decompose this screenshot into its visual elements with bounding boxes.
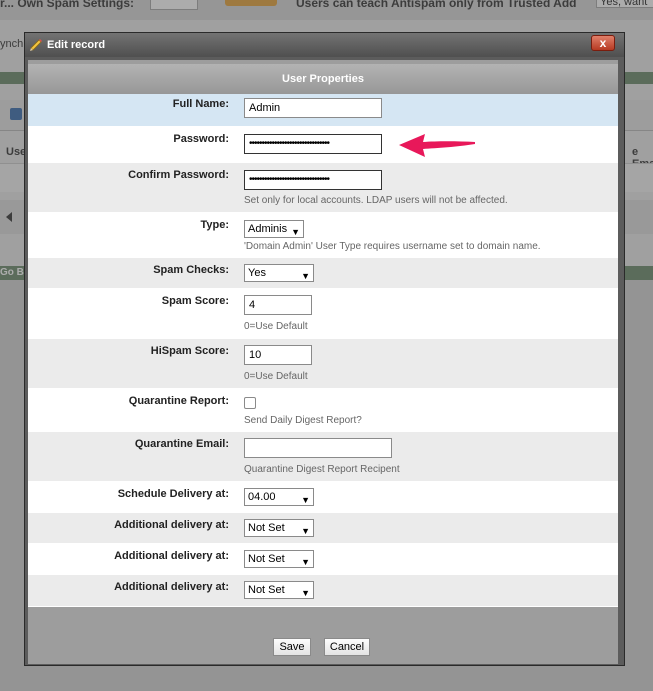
additional-delivery-1-value: Not Set (248, 522, 285, 534)
row-quarantine-report: Quarantine Report: Send Daily Digest Rep… (28, 389, 618, 432)
schedule-delivery-value: 04.00 (248, 491, 276, 503)
additional-delivery-2-value: Not Set (248, 553, 285, 565)
chevron-down-icon: ▼ (301, 588, 310, 598)
full-name-input[interactable]: Admin (244, 98, 382, 118)
spam-checks-value: Yes (248, 267, 266, 279)
row-full-name: Full Name: Admin (28, 94, 618, 127)
hispam-score-hint: 0=Use Default (244, 371, 308, 382)
schedule-delivery-select[interactable]: 04.00 ▼ (244, 488, 314, 506)
confirm-password-hint: Set only for local accounts. LDAP users … (244, 195, 508, 206)
row-hispam-score: HiSpam Score: 10 0=Use Default (28, 339, 618, 389)
row-schedule-delivery: Schedule Delivery at: 04.00 ▼ (28, 482, 618, 513)
confirm-password-input[interactable]: •••••••••••••••••••••••••••••••• (244, 170, 382, 190)
quarantine-report-hint: Send Daily Digest Report? (244, 415, 362, 426)
type-label: Type: (200, 219, 229, 231)
cancel-button[interactable]: Cancel (324, 638, 370, 656)
spam-score-input[interactable]: 4 (244, 295, 312, 315)
row-password: Password: ••••••••••••••••••••••••••••••… (28, 127, 618, 163)
spam-checks-label: Spam Checks: (153, 264, 229, 276)
password-label: Password: (173, 133, 229, 145)
quarantine-email-hint: Quarantine Digest Report Recipent (244, 464, 400, 475)
additional-delivery-2-select[interactable]: Not Set ▼ (244, 550, 314, 568)
additional-delivery-3-select[interactable]: Not Set ▼ (244, 581, 314, 599)
hispam-score-label: HiSpam Score: (150, 345, 229, 357)
type-select-value: Adminis (248, 223, 288, 235)
row-spam-score: Spam Score: 4 0=Use Default (28, 289, 618, 339)
full-name-label: Full Name: (172, 98, 229, 110)
annotation-arrow-icon (399, 134, 475, 157)
edit-record-dialog: Edit record x User Properties Full Name:… (24, 32, 625, 666)
section-title: User Properties (28, 64, 618, 94)
close-button[interactable]: x (591, 35, 615, 51)
hispam-score-input[interactable]: 10 (244, 345, 312, 365)
schedule-delivery-label: Schedule Delivery at: (117, 488, 229, 500)
quarantine-email-label: Quarantine Email: (134, 438, 229, 450)
row-additional-delivery-1: Additional delivery at: Not Set ▼ (28, 513, 618, 544)
chevron-down-icon: ▼ (301, 557, 310, 567)
chevron-down-icon: ▼ (301, 526, 310, 536)
row-quarantine-email: Quarantine Email: Quarantine Digest Repo… (28, 432, 618, 482)
row-confirm-password: Confirm Password: ••••••••••••••••••••••… (28, 163, 618, 213)
save-button[interactable]: Save (273, 638, 311, 656)
dialog-body: User Properties Full Name: Admin Passwor… (28, 60, 618, 664)
additional-delivery-3-value: Not Set (248, 584, 285, 596)
quarantine-report-label: Quarantine Report: (128, 395, 229, 407)
password-input[interactable]: •••••••••••••••••••••••••••••••• (244, 134, 382, 154)
spam-score-hint: 0=Use Default (244, 321, 308, 332)
type-select[interactable]: Adminis ▼ (244, 220, 304, 238)
form-rows: Full Name: Admin Password: •••••••••••••… (28, 94, 618, 607)
chevron-down-icon: ▼ (301, 271, 310, 281)
pencil-icon (30, 39, 42, 51)
quarantine-email-input[interactable] (244, 438, 392, 458)
dialog-footer: Save Cancel (28, 638, 618, 664)
spam-score-label: Spam Score: (161, 295, 229, 307)
additional-delivery-1-label: Additional delivery at: (114, 519, 229, 531)
row-spam-checks: Spam Checks: Yes ▼ (28, 258, 618, 289)
chevron-down-icon: ▼ (301, 495, 310, 505)
additional-delivery-3-label: Additional delivery at: (114, 581, 229, 593)
row-additional-delivery-2: Additional delivery at: Not Set ▼ (28, 544, 618, 575)
dialog-titlebar[interactable]: Edit record x (25, 33, 624, 57)
row-additional-delivery-3: Additional delivery at: Not Set ▼ (28, 575, 618, 607)
chevron-down-icon: ▼ (291, 227, 300, 237)
additional-delivery-1-select[interactable]: Not Set ▼ (244, 519, 314, 537)
row-type: Type: Adminis ▼ 'Domain Admin' User Type … (28, 213, 618, 258)
close-icon: x (599, 36, 607, 50)
spam-checks-select[interactable]: Yes ▼ (244, 264, 314, 282)
type-hint: 'Domain Admin' User Type requires userna… (244, 241, 541, 252)
dialog-title: Edit record (47, 39, 106, 51)
additional-delivery-2-label: Additional delivery at: (114, 550, 229, 562)
confirm-password-label: Confirm Password: (128, 169, 229, 181)
quarantine-report-checkbox[interactable] (244, 397, 256, 409)
